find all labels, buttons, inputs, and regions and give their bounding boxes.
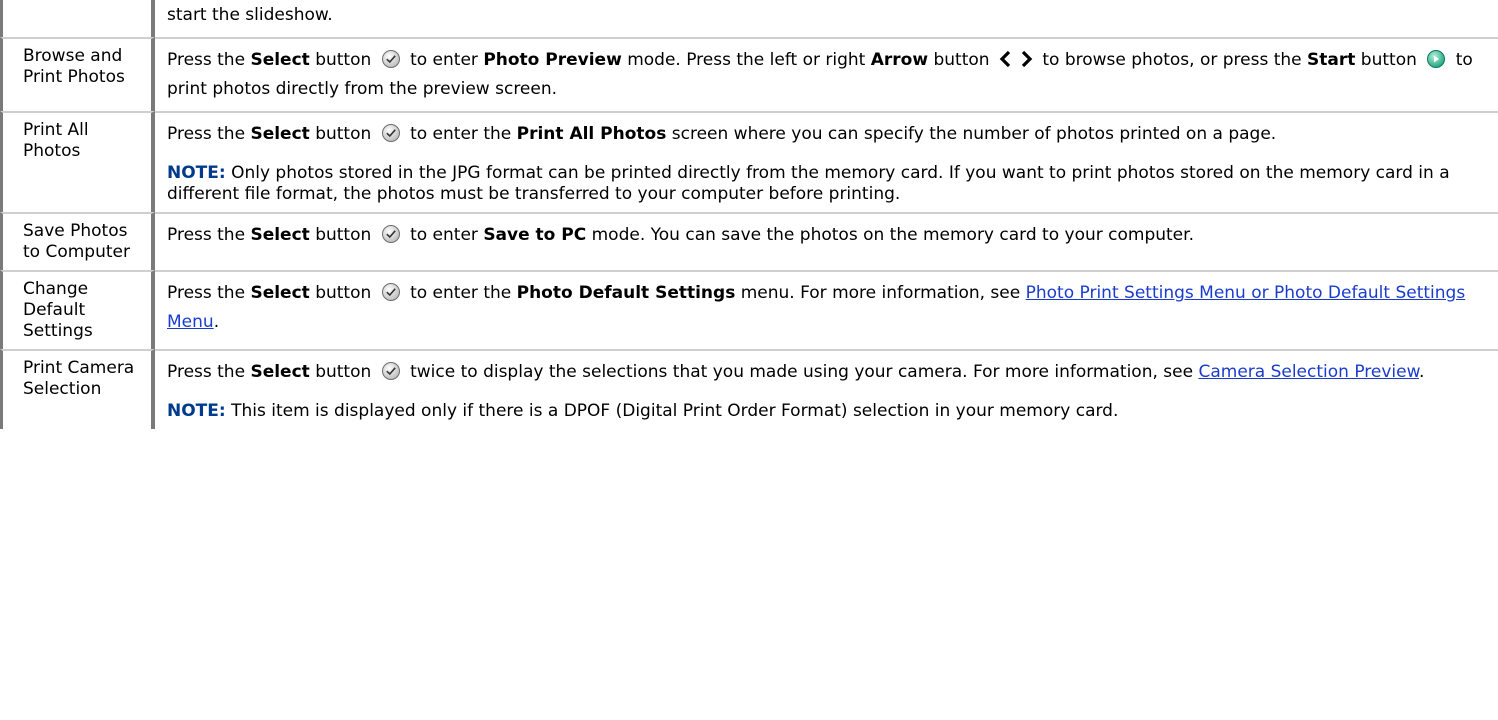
text-span: Press the xyxy=(167,225,251,245)
bold-term: Start xyxy=(1307,50,1356,70)
menu-item-cell: Browse and Print Photos xyxy=(0,37,155,111)
table-row: Print Camera Selection Press the Select … xyxy=(0,349,1498,429)
start-button-icon xyxy=(1426,49,1446,69)
bold-term: Select xyxy=(250,362,310,382)
bold-term: Photo Default Settings xyxy=(516,283,736,303)
text-span: Press the xyxy=(167,362,251,382)
text-span: button xyxy=(309,362,377,382)
camera-selection-preview-link[interactable]: Camera Selection Preview xyxy=(1198,362,1418,382)
text-span: to enter xyxy=(404,50,484,70)
text-span: mode. You can save the photos on the mem… xyxy=(586,225,1194,245)
text-span: to browse photos, or press the xyxy=(1036,50,1308,70)
menu-item-cell xyxy=(0,0,155,37)
description-cell: Press the Select button to enter Photo P… xyxy=(155,37,1498,111)
menu-item-cell: Save Photos to Computer xyxy=(0,212,155,270)
description-text: Press the Select button to enter the Pho… xyxy=(167,279,1488,337)
description-cell: start the slideshow. xyxy=(155,0,1498,37)
text-span: Press the xyxy=(167,50,251,70)
text-span: button xyxy=(928,50,995,70)
text-span: menu. For more information, see xyxy=(735,283,1026,303)
select-button-icon xyxy=(381,224,401,244)
text-span: button xyxy=(309,283,377,303)
description-text-span: start the slideshow. xyxy=(167,5,333,25)
text-span: to enter the xyxy=(404,124,517,144)
bold-term: Print All Photos xyxy=(516,124,667,144)
select-button-icon xyxy=(381,49,401,69)
menu-item-cell: Print Camera Selection xyxy=(0,349,155,429)
note-label: NOTE: xyxy=(167,163,226,183)
bold-term: Select xyxy=(250,225,310,245)
menu-item-cell: Change Default Settings xyxy=(0,270,155,349)
bold-term: Select xyxy=(250,50,310,70)
description-text: Press the Select button to enter Photo P… xyxy=(167,46,1488,104)
left-right-arrow-icon xyxy=(999,50,1033,68)
select-button-icon xyxy=(381,361,401,381)
table-row: Print All Photos Press the Select button… xyxy=(0,111,1498,212)
menu-item-cell: Print All Photos xyxy=(0,111,155,212)
text-span: mode. Press the left or right xyxy=(621,50,871,70)
table-row: Browse and Print Photos Press the Select… xyxy=(0,37,1498,111)
note-text: This item is displayed only if there is … xyxy=(225,401,1119,421)
note-paragraph: NOTE: This item is displayed only if the… xyxy=(167,401,1488,422)
text-span: to enter the xyxy=(404,283,517,303)
text-span: button xyxy=(309,124,377,144)
description-text: Press the Select button twice to display… xyxy=(167,358,1488,387)
text-span: twice to display the selections that you… xyxy=(404,362,1199,382)
text-span: button xyxy=(309,225,377,245)
description-cell: Press the Select button to enter the Pho… xyxy=(155,270,1498,349)
text-span: button xyxy=(1355,50,1423,70)
text-span: Press the xyxy=(167,283,251,303)
bold-term: Arrow xyxy=(870,50,929,70)
bold-term: Select xyxy=(250,283,310,303)
bold-term: Select xyxy=(250,124,310,144)
description-cell: Press the Select button twice to display… xyxy=(155,349,1498,429)
menu-table-container: start the slideshow. Browse and Print Ph… xyxy=(0,0,1498,429)
text-span: . xyxy=(213,312,220,332)
photo-menu-table: start the slideshow. Browse and Print Ph… xyxy=(0,0,1498,429)
note-label: NOTE: xyxy=(167,401,226,421)
description-text: Press the Select button to enter the Pri… xyxy=(167,120,1488,149)
text-span: screen where you can specify the number … xyxy=(666,124,1277,144)
description-cell: Press the Select button to enter the Pri… xyxy=(155,111,1498,212)
description-text: start the slideshow. xyxy=(167,1,1488,30)
bold-term: Photo Preview xyxy=(483,50,622,70)
text-span: . xyxy=(1418,362,1425,382)
bold-term: Save to PC xyxy=(483,225,587,245)
table-row: start the slideshow. xyxy=(0,0,1498,37)
table-row: Change Default Settings Press the Select… xyxy=(0,270,1498,349)
note-text: Only photos stored in the JPG format can… xyxy=(167,163,1450,204)
select-button-icon xyxy=(381,282,401,302)
description-text: Press the Select button to enter Save to… xyxy=(167,221,1488,250)
text-span: button xyxy=(309,50,377,70)
text-span: to enter xyxy=(404,225,484,245)
text-span: Press the xyxy=(167,124,251,144)
table-row: Save Photos to Computer Press the Select… xyxy=(0,212,1498,270)
note-paragraph: NOTE: Only photos stored in the JPG form… xyxy=(167,163,1488,205)
select-button-icon xyxy=(381,123,401,143)
description-cell: Press the Select button to enter Save to… xyxy=(155,212,1498,270)
